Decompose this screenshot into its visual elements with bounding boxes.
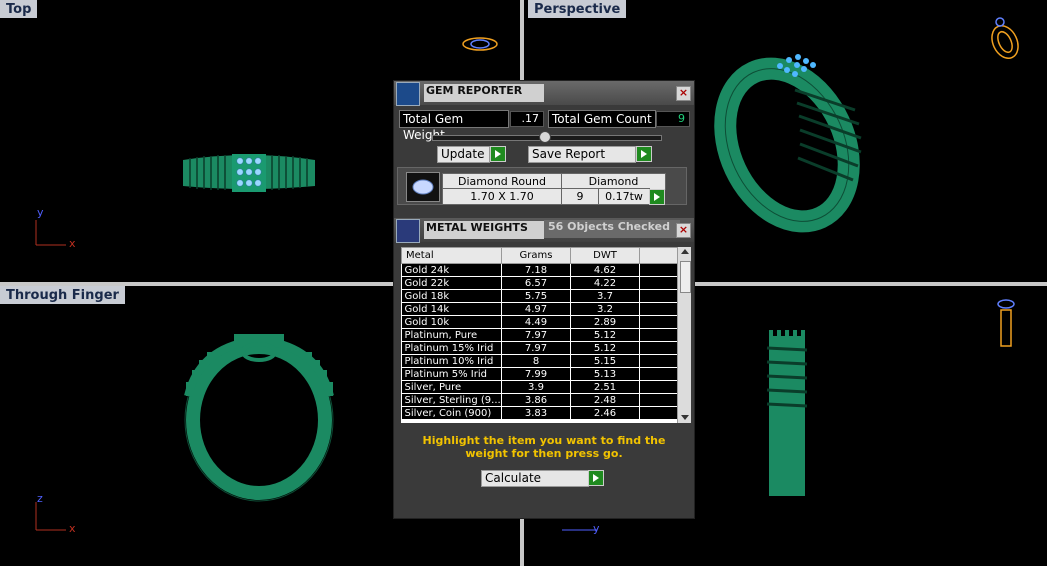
axis-y-label: y	[37, 206, 44, 219]
total-gem-weight-label: Total Gem Weight	[399, 110, 509, 142]
table-row[interactable]: Silver, Coin (900) 3.83 2.46	[401, 406, 687, 420]
gem-size: 1.70 X 1.70	[442, 188, 562, 205]
metal-close-icon[interactable]: ×	[676, 223, 691, 238]
cell-dwt: 5.12	[570, 328, 640, 342]
cell-grams: 6.57	[501, 276, 571, 290]
table-row[interactable]: Platinum 5% Irid 7.99 5.13	[401, 367, 687, 381]
gem-reporter-title: GEM REPORTER	[424, 84, 544, 102]
metal-weights-table[interactable]: Metal Grams DWT Gold 24k 7.18 4.62 Gold 22k…	[401, 247, 691, 423]
update-go-icon[interactable]	[490, 146, 506, 162]
gem-count: 9	[561, 188, 599, 205]
gem-reporter-panel: GEM REPORTER × Total Gem Weight .17 Tota…	[393, 80, 695, 519]
cell-metal: Silver, Coin (900)	[401, 406, 502, 420]
col-grams[interactable]: Grams	[501, 247, 571, 264]
cell-grams: 3.9	[501, 380, 571, 394]
close-icon[interactable]: ×	[676, 86, 691, 101]
objects-checked-label: 56 Objects Checked	[544, 220, 680, 238]
cell-metal: Platinum 10% Irid	[401, 354, 502, 368]
axis-z-label: z	[37, 492, 43, 505]
cell-dwt: 2.48	[570, 393, 640, 407]
table-row[interactable]: Gold 18k 5.75 3.7	[401, 289, 687, 303]
vertical-scrollbar[interactable]	[677, 247, 691, 423]
metal-weights-icon	[396, 219, 420, 243]
cell-dwt: 5.12	[570, 341, 640, 355]
cell-metal: Gold 18k	[401, 289, 502, 303]
save-report-go-icon[interactable]	[636, 146, 652, 162]
cell-dwt: 5.13	[570, 367, 640, 381]
cell-grams: 3.83	[501, 406, 571, 420]
metal-weights-title: METAL WEIGHTS	[424, 221, 544, 239]
total-gem-weight-value: .17	[510, 111, 544, 127]
cell-grams: 8	[501, 354, 571, 368]
gem-reporter-icon	[396, 82, 420, 106]
cell-grams: 4.49	[501, 315, 571, 329]
cell-grams: 4.97	[501, 302, 571, 316]
cell-metal: Gold 10k	[401, 315, 502, 329]
axis-x-label: x	[69, 237, 76, 250]
top-nav-cube-icon	[462, 37, 498, 51]
cell-dwt: 2.46	[570, 406, 640, 420]
gem-go-icon[interactable]	[649, 189, 665, 205]
cell-grams: 7.97	[501, 328, 571, 342]
perspective-nav-icon	[991, 17, 1019, 59]
calculate-go-icon[interactable]	[588, 470, 604, 486]
table-row[interactable]: Silver, Pure 3.9 2.51	[401, 380, 687, 394]
cell-metal: Gold 24k	[401, 263, 502, 277]
table-row[interactable]: Platinum, Pure 7.97 5.12	[401, 328, 687, 342]
col-dwt[interactable]: DWT	[570, 247, 640, 264]
axis-x-label-front: x	[69, 522, 76, 535]
cell-grams: 5.75	[501, 289, 571, 303]
cell-grams: 7.18	[501, 263, 571, 277]
gem-row[interactable]: Diamond Round 1.70 X 1.70 Diamond 9 0.17…	[397, 167, 687, 205]
table-row[interactable]: Platinum 15% Irid 7.97 5.12	[401, 341, 687, 355]
scroll-thumb[interactable]	[680, 261, 691, 293]
cell-dwt: 3.7	[570, 289, 640, 303]
cell-dwt: 3.2	[570, 302, 640, 316]
cell-grams: 7.97	[501, 341, 571, 355]
axis-y-label-side: y	[593, 522, 600, 535]
metal-weights-titlebar[interactable]: METAL WEIGHTS 56 Objects Checked ×	[394, 218, 694, 243]
cell-dwt: 2.51	[570, 380, 640, 394]
save-report-button[interactable]: Save Report	[528, 146, 636, 163]
cell-metal: Gold 22k	[401, 276, 502, 290]
cell-metal: Gold 14k	[401, 302, 502, 316]
table-row[interactable]: Gold 14k 4.97 3.2	[401, 302, 687, 316]
cell-dwt: 4.22	[570, 276, 640, 290]
cell-dwt: 5.15	[570, 354, 640, 368]
diamond-icon	[406, 172, 440, 202]
table-row[interactable]: Silver, Sterling (9... 3.86 2.48	[401, 393, 687, 407]
side-nav-icon	[997, 299, 1015, 347]
calculate-button[interactable]: Calculate	[481, 470, 589, 487]
cell-grams: 3.86	[501, 393, 571, 407]
table-row[interactable]: Gold 24k 7.18 4.62	[401, 263, 687, 277]
col-metal[interactable]: Metal	[401, 247, 502, 264]
cell-metal: Platinum 15% Irid	[401, 341, 502, 355]
cell-metal: Silver, Pure	[401, 380, 502, 394]
total-gem-count-label: Total Gem Count	[548, 110, 656, 128]
scroll-down-icon[interactable]	[681, 415, 689, 420]
total-gem-count-value: 9	[656, 111, 690, 127]
cell-metal: Silver, Sterling (9...	[401, 393, 502, 407]
cell-dwt: 2.89	[570, 315, 640, 329]
gem-reporter-titlebar[interactable]: GEM REPORTER ×	[394, 81, 694, 106]
hint-text: Highlight the item you want to find the …	[422, 434, 666, 460]
table-row[interactable]: Gold 22k 6.57 4.22	[401, 276, 687, 290]
scroll-up-icon[interactable]	[681, 249, 689, 254]
cell-grams: 7.99	[501, 367, 571, 381]
cell-metal: Platinum, Pure	[401, 328, 502, 342]
table-row[interactable]: Platinum 10% Irid 8 5.15	[401, 354, 687, 368]
gem-weight: 0.17tw	[598, 188, 650, 205]
cell-dwt: 4.62	[570, 263, 640, 277]
update-button[interactable]: Update	[437, 146, 490, 163]
slider-handle[interactable]	[539, 131, 551, 143]
cell-metal: Platinum 5% Irid	[401, 367, 502, 381]
table-row[interactable]: Gold 10k 4.49 2.89	[401, 315, 687, 329]
